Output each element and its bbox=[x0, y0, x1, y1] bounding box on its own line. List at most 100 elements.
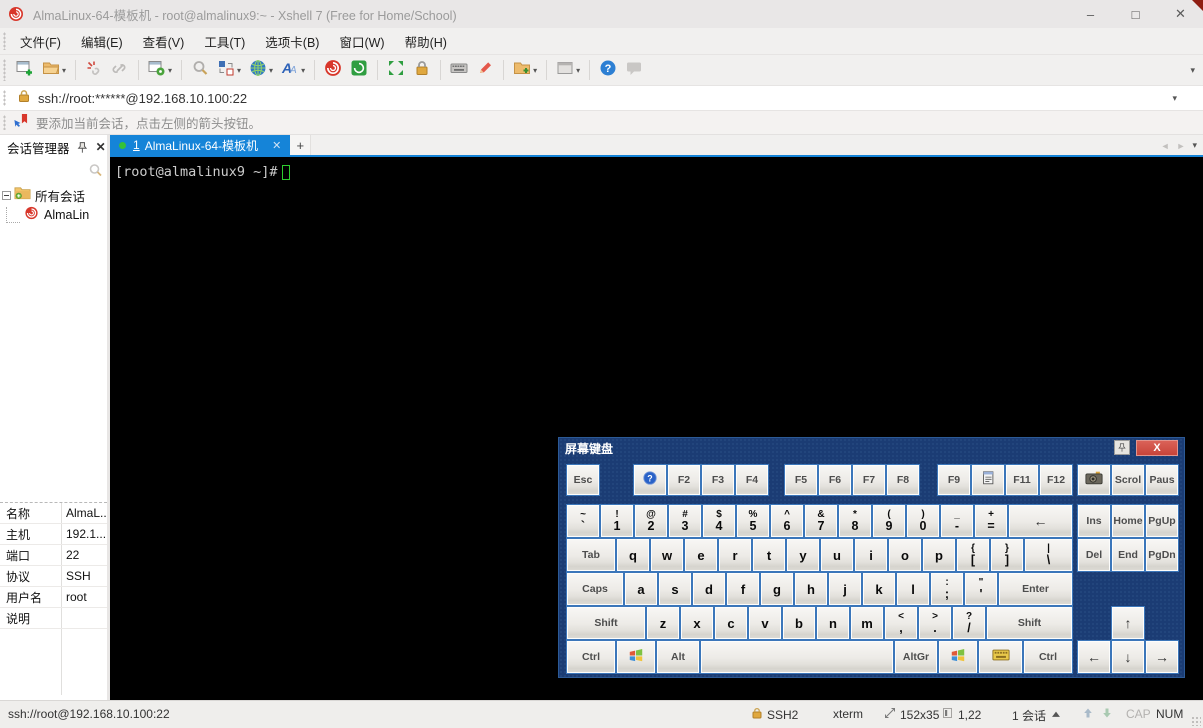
key-f7[interactable]: F7 bbox=[852, 464, 886, 496]
key-period[interactable]: >. bbox=[918, 606, 952, 640]
pin-panel-button[interactable] bbox=[76, 140, 89, 154]
close-panel-button[interactable]: ✕ bbox=[94, 140, 107, 154]
search-icon[interactable] bbox=[88, 163, 103, 178]
tab-list-chevron[interactable]: ▾ bbox=[1192, 140, 1197, 151]
key-c[interactable]: c bbox=[714, 606, 748, 640]
tree-node-all-sessions[interactable]: 所有会话 bbox=[0, 185, 107, 205]
key-w[interactable]: w bbox=[650, 538, 684, 572]
key-f2[interactable]: F2 bbox=[667, 464, 701, 496]
key-win-right[interactable] bbox=[938, 640, 978, 674]
key-equals[interactable]: += bbox=[974, 504, 1008, 538]
key-8[interactable]: *8 bbox=[838, 504, 872, 538]
key-k[interactable]: k bbox=[862, 572, 896, 606]
key-a[interactable]: a bbox=[624, 572, 658, 606]
dropdown-chevron-icon[interactable]: ▾ bbox=[269, 66, 273, 75]
key-r[interactable]: r bbox=[718, 538, 752, 572]
key-7[interactable]: &7 bbox=[804, 504, 838, 538]
fullscreen-button[interactable] bbox=[384, 58, 408, 82]
key-v[interactable]: v bbox=[748, 606, 782, 640]
font-button[interactable]: AA▾ bbox=[278, 58, 308, 82]
key-prtsc[interactable] bbox=[1077, 464, 1111, 496]
key-j[interactable]: j bbox=[828, 572, 862, 606]
key-altgr[interactable]: AltGr bbox=[894, 640, 938, 674]
key-lbracket[interactable]: {[ bbox=[956, 538, 990, 572]
dropdown-chevron-icon[interactable]: ▾ bbox=[576, 66, 580, 75]
status-protocol[interactable]: SSH2 bbox=[751, 707, 798, 722]
key-f8[interactable]: F8 bbox=[886, 464, 920, 496]
address-dropdown-chevron[interactable]: ▾ bbox=[1172, 93, 1177, 104]
window-layout-button[interactable]: ▾ bbox=[553, 58, 583, 82]
key-menu-kbd[interactable] bbox=[978, 640, 1023, 674]
key-g[interactable]: g bbox=[760, 572, 794, 606]
key-arrow-left[interactable]: ← bbox=[1077, 640, 1111, 674]
feedback-button[interactable] bbox=[622, 58, 646, 82]
dropdown-chevron-icon[interactable]: ▾ bbox=[168, 66, 172, 75]
toolbar-overflow-chevron[interactable]: ▾ bbox=[1190, 65, 1195, 76]
status-session-count[interactable]: 1 会话 bbox=[1012, 707, 1062, 724]
key-win-left[interactable] bbox=[616, 640, 656, 674]
menu-file[interactable]: 文件(F) bbox=[10, 28, 71, 55]
key-y[interactable]: y bbox=[786, 538, 820, 572]
tree-node-session[interactable]: AlmaLin bbox=[0, 205, 107, 225]
key-l[interactable]: l bbox=[896, 572, 930, 606]
web-browser-button[interactable]: ▾ bbox=[246, 58, 276, 82]
key-b[interactable]: b bbox=[782, 606, 816, 640]
new-session-button[interactable] bbox=[13, 58, 37, 82]
key-f12[interactable]: F12 bbox=[1039, 464, 1073, 496]
key-f5[interactable]: F5 bbox=[784, 464, 818, 496]
status-net-up[interactable] bbox=[1082, 707, 1094, 722]
key-esc[interactable]: Esc bbox=[566, 464, 600, 496]
key-shift-left[interactable]: Shift bbox=[566, 606, 646, 640]
key-f[interactable]: f bbox=[726, 572, 760, 606]
key-pgdn[interactable]: PgDn bbox=[1145, 538, 1179, 572]
key-p[interactable]: p bbox=[922, 538, 956, 572]
key-f1[interactable]: ? bbox=[633, 464, 667, 496]
key-home[interactable]: Home bbox=[1111, 504, 1145, 538]
status-caps-lock[interactable]: CAP bbox=[1126, 707, 1151, 721]
key-backslash[interactable]: |\ bbox=[1024, 538, 1073, 572]
menu-edit[interactable]: 编辑(E) bbox=[71, 28, 133, 55]
key-caps[interactable]: Caps bbox=[566, 572, 624, 606]
menu-window[interactable]: 窗口(W) bbox=[329, 28, 394, 55]
key-o[interactable]: o bbox=[888, 538, 922, 572]
help-button[interactable]: ? bbox=[596, 58, 620, 82]
open-folder-button[interactable]: ▾ bbox=[39, 58, 69, 82]
key-backspace[interactable]: ← bbox=[1008, 504, 1073, 538]
key-1[interactable]: !1 bbox=[600, 504, 634, 538]
key-t[interactable]: t bbox=[752, 538, 786, 572]
key-semicolon[interactable]: :; bbox=[930, 572, 964, 606]
status-term-type[interactable]: xterm bbox=[833, 707, 863, 721]
disconnect-button[interactable] bbox=[82, 58, 106, 82]
key-minus[interactable]: _- bbox=[940, 504, 974, 538]
key-e[interactable]: e bbox=[684, 538, 718, 572]
key-4[interactable]: $4 bbox=[702, 504, 736, 538]
address-bar[interactable]: ssh://root:******@192.168.10.100:22 ▾ bbox=[0, 85, 1203, 111]
tab-scroll-left-icon[interactable]: ◄ bbox=[1161, 141, 1170, 151]
key-f3[interactable]: F3 bbox=[701, 464, 735, 496]
xftp-button[interactable] bbox=[347, 58, 371, 82]
drop-up-icon[interactable] bbox=[1050, 708, 1062, 723]
key-f11[interactable]: F11 bbox=[1005, 464, 1039, 496]
key-n[interactable]: n bbox=[816, 606, 850, 640]
key-arrow-down[interactable]: ↓ bbox=[1111, 640, 1145, 674]
key-paus[interactable]: Paus bbox=[1145, 464, 1179, 496]
key-5[interactable]: %5 bbox=[736, 504, 770, 538]
new-terminal-button[interactable]: ▾ bbox=[214, 58, 244, 82]
keyboard-close-button[interactable]: X bbox=[1136, 440, 1178, 456]
key-pgup[interactable]: PgUp bbox=[1145, 504, 1179, 538]
status-num-lock[interactable]: NUM bbox=[1156, 707, 1183, 721]
key-arrow-right[interactable]: → bbox=[1145, 640, 1179, 674]
keyboard-pin-button[interactable] bbox=[1114, 440, 1130, 455]
key-i[interactable]: i bbox=[854, 538, 888, 572]
menu-help[interactable]: 帮助(H) bbox=[395, 28, 457, 55]
key-space[interactable] bbox=[700, 640, 894, 674]
status-cursor-pos[interactable]: 1,22 bbox=[942, 707, 981, 722]
minimize-button[interactable]: – bbox=[1068, 0, 1113, 28]
dropdown-chevron-icon[interactable]: ▾ bbox=[301, 66, 305, 75]
menu-tools[interactable]: 工具(T) bbox=[194, 28, 255, 55]
key-ins[interactable]: Ins bbox=[1077, 504, 1111, 538]
xshell-button[interactable] bbox=[321, 58, 345, 82]
status-net-down[interactable] bbox=[1101, 707, 1113, 722]
key-end[interactable]: End bbox=[1111, 538, 1145, 572]
key-shift-right[interactable]: Shift bbox=[986, 606, 1073, 640]
